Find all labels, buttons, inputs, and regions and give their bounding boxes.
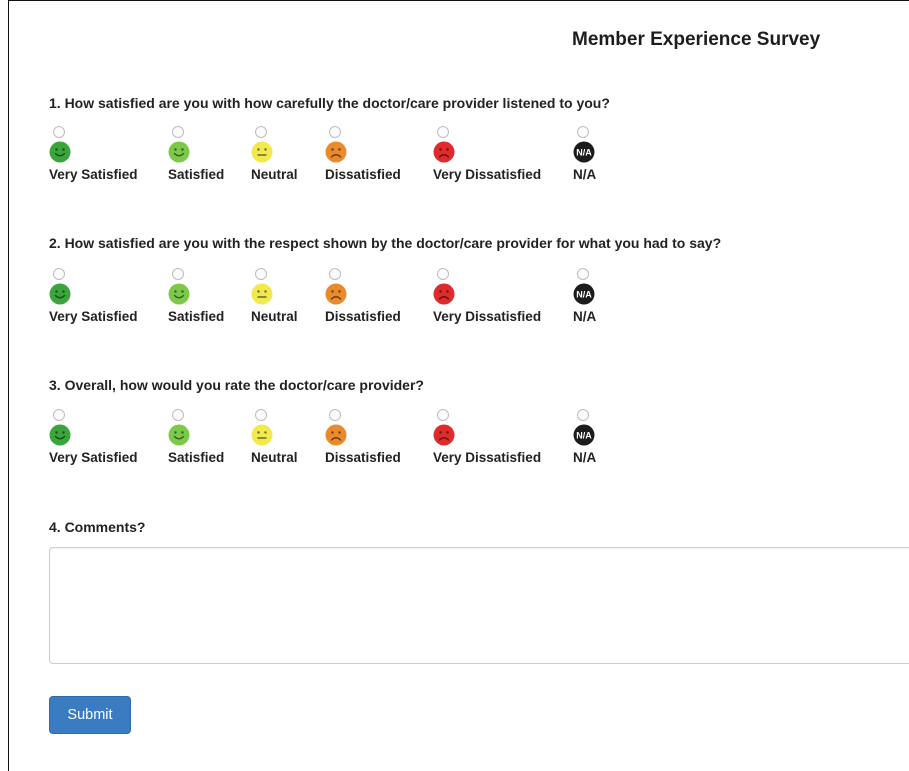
q3-radio-4[interactable] <box>437 409 449 421</box>
option-label: Very Satisfied <box>49 167 138 182</box>
q1-radio-2[interactable] <box>255 126 267 138</box>
q1-radio-4[interactable] <box>437 126 449 138</box>
option-label: N/A <box>573 450 597 465</box>
satisfied-face-icon <box>168 141 190 163</box>
option-label: N/A <box>573 167 597 182</box>
q2-radio-0[interactable] <box>53 268 65 280</box>
dissatisfied-face-icon <box>325 141 347 163</box>
q3-radio-2[interactable] <box>255 409 267 421</box>
neutral-face-icon <box>251 283 273 305</box>
q3-radio-3[interactable] <box>329 409 341 421</box>
q3-radio-1[interactable] <box>172 409 184 421</box>
option-label: Neutral <box>251 309 298 324</box>
na-badge-icon: N/A <box>573 424 595 446</box>
na-badge-icon: N/A <box>573 141 595 163</box>
q2-option-na-badge[interactable]: N/A N/A <box>573 268 703 328</box>
q1-option-very-dissatisfied[interactable]: Very Dissatisfied <box>433 126 563 186</box>
comments-label: 4. Comments? <box>49 519 146 535</box>
option-label: Dissatisfied <box>325 450 401 465</box>
svg-text:N/A: N/A <box>576 431 592 441</box>
dissatisfied-face-icon <box>325 283 347 305</box>
q3-option-very-dissatisfied[interactable]: Very Dissatisfied <box>433 409 563 469</box>
option-label: Very Satisfied <box>49 450 138 465</box>
option-label: Very Dissatisfied <box>433 309 542 324</box>
question-1-text: 1. How satisfied are you with how carefu… <box>49 95 610 111</box>
option-label: Satisfied <box>168 167 225 182</box>
satisfied-face-icon <box>168 424 190 446</box>
option-label: Very Dissatisfied <box>433 167 542 182</box>
dissatisfied-face-icon <box>325 424 347 446</box>
q2-radio-3[interactable] <box>329 268 341 280</box>
option-label: Dissatisfied <box>325 167 401 182</box>
option-label: Satisfied <box>168 309 225 324</box>
q1-radio-1[interactable] <box>172 126 184 138</box>
q3-option-very-satisfied[interactable]: Very Satisfied <box>49 409 179 469</box>
page-title: Member Experience Survey <box>572 29 821 50</box>
q2-radio-5[interactable] <box>577 268 589 280</box>
q1-radio-5[interactable] <box>577 126 589 138</box>
q1-radio-0[interactable] <box>53 126 65 138</box>
very-dissatisfied-face-icon <box>433 424 455 446</box>
neutral-face-icon <box>251 424 273 446</box>
very-satisfied-face-icon <box>49 283 71 305</box>
na-badge-icon: N/A <box>573 283 595 305</box>
q3-radio-5[interactable] <box>577 409 589 421</box>
q3-option-na-badge[interactable]: N/A N/A <box>573 409 703 469</box>
question-3-text: 3. Overall, how would you rate the docto… <box>49 377 424 393</box>
q2-radio-2[interactable] <box>255 268 267 280</box>
very-dissatisfied-face-icon <box>433 283 455 305</box>
very-satisfied-face-icon <box>49 424 71 446</box>
option-label: Neutral <box>251 450 298 465</box>
option-label: Neutral <box>251 167 298 182</box>
option-label: Satisfied <box>168 450 225 465</box>
very-satisfied-face-icon <box>49 141 71 163</box>
neutral-face-icon <box>251 141 273 163</box>
svg-text:N/A: N/A <box>576 290 592 300</box>
very-dissatisfied-face-icon <box>433 141 455 163</box>
svg-text:N/A: N/A <box>576 148 592 158</box>
q2-option-very-satisfied[interactable]: Very Satisfied <box>49 268 179 328</box>
q2-radio-1[interactable] <box>172 268 184 280</box>
option-label: Very Dissatisfied <box>433 450 542 465</box>
q1-option-very-satisfied[interactable]: Very Satisfied <box>49 126 179 186</box>
q2-option-very-dissatisfied[interactable]: Very Dissatisfied <box>433 268 563 328</box>
option-label: N/A <box>573 309 597 324</box>
option-label: Very Satisfied <box>49 309 138 324</box>
q3-radio-0[interactable] <box>53 409 65 421</box>
q1-radio-3[interactable] <box>329 126 341 138</box>
submit-button[interactable]: Submit <box>49 696 131 734</box>
satisfied-face-icon <box>168 283 190 305</box>
q1-option-na-badge[interactable]: N/A N/A <box>573 126 703 186</box>
option-label: Dissatisfied <box>325 309 401 324</box>
comments-field[interactable] <box>49 547 909 664</box>
question-2-text: 2. How satisfied are you with the respec… <box>49 235 722 251</box>
q2-radio-4[interactable] <box>437 268 449 280</box>
